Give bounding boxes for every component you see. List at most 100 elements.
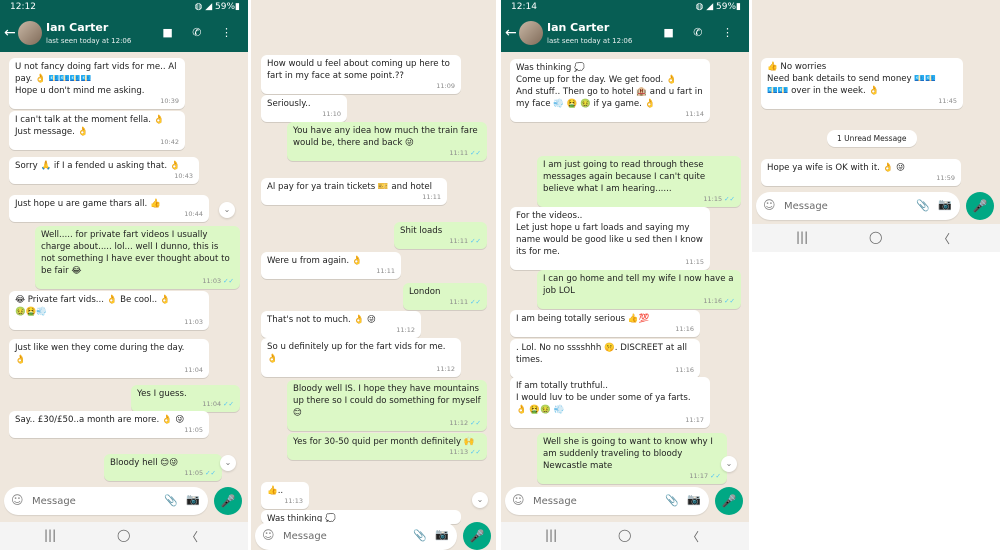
back-icon[interactable]: 〈	[938, 230, 950, 247]
back-icon[interactable]: 〈	[687, 528, 699, 545]
status-bar: 12:14 ◍ ◢ 59%▮	[501, 0, 749, 16]
message-bubble[interactable]: If am totally truthful.. I would luv to …	[510, 377, 710, 428]
message-bubble[interactable]: I am being totally serious 👍💯 11:16	[510, 310, 700, 337]
message-bubble[interactable]: Seriously.. 11:10	[261, 95, 347, 122]
emoji-icon[interactable]: ☺	[763, 198, 776, 212]
message-text: I can go home and tell my wife I now hav…	[543, 274, 737, 296]
camera-icon[interactable]: 📷	[687, 493, 701, 506]
chat-header[interactable]: ← Ian Carter last seen today at 12:06 ■ …	[501, 16, 749, 52]
message-text: Bloody hell 😊😜	[110, 458, 179, 468]
message-bubble[interactable]: 👍.. 11:13	[261, 482, 309, 509]
scroll-down-icon[interactable]: ⌄	[721, 456, 737, 472]
message-bubble[interactable]: Shit loads 11:11 ✓✓	[394, 222, 487, 249]
read-receipt-icon: ✓✓	[724, 195, 735, 203]
message-bubble[interactable]: Bloody hell 😊😜 11:05 ✓✓	[104, 454, 222, 481]
message-bubble[interactable]: You have any idea how much the train far…	[287, 122, 487, 161]
message-bubble[interactable]: Hope ya wife is OK with it. 👌 😜 11:59	[761, 159, 961, 186]
message-bubble[interactable]: For the videos.. Let just hope u fart lo…	[510, 207, 710, 270]
message-time: 11:03	[184, 318, 203, 326]
home-icon[interactable]: ◯	[618, 528, 631, 542]
recents-icon[interactable]: |||	[44, 528, 56, 542]
message-bubble[interactable]: Just like wen they come during the day. …	[9, 339, 209, 378]
scroll-down-icon[interactable]: ⌄	[220, 455, 236, 471]
message-text: You have any idea how much the train far…	[293, 126, 481, 148]
message-bubble[interactable]: Yes for 30-50 quid per month definitely …	[287, 433, 487, 460]
message-bubble[interactable]: Yes I guess. 11:04 ✓✓	[131, 385, 240, 412]
message-bubble[interactable]: Al pay for ya train tickets 🎫 and hotel 1…	[261, 178, 447, 205]
camera-icon[interactable]: 📷	[186, 493, 200, 506]
message-bubble[interactable]: I can go home and tell my wife I now hav…	[537, 270, 741, 309]
message-time: 11:12	[449, 419, 469, 427]
message-text: Bloody well IS. I hope they have mountai…	[293, 384, 484, 418]
message-input[interactable]	[782, 197, 896, 215]
home-icon[interactable]: ◯	[869, 230, 882, 244]
message-bubble[interactable]: U not fancy doing fart vids for me.. Al …	[9, 58, 185, 109]
mic-button[interactable]: 🎤	[463, 522, 491, 550]
message-bubble[interactable]: London 11:11 ✓✓	[403, 283, 487, 310]
message-bubble[interactable]: Bloody well IS. I hope they have mountai…	[287, 380, 487, 431]
message-text: Just hope u are game thars all. 👍	[15, 199, 161, 209]
recents-icon[interactable]: |||	[796, 230, 808, 244]
header-actions-icons[interactable]: ■ ✆ ⋮	[663, 26, 741, 39]
camera-icon[interactable]: 📷	[938, 198, 952, 211]
message-text: Shit loads	[400, 226, 443, 236]
contact-name[interactable]: Ian Carter	[547, 21, 609, 34]
read-receipt-icon: ✓✓	[223, 400, 234, 408]
message-bubble[interactable]: 😂 Private fart vids... 👌 Be cool.. 👌 🤢🤮💨…	[9, 291, 209, 330]
avatar[interactable]	[519, 21, 543, 45]
message-bubble[interactable]: . Lol. No no sssshhh 🤫. DISCREET at all …	[510, 339, 700, 378]
attach-icon[interactable]: 📎	[164, 494, 178, 507]
message-bubble[interactable]: So u definitely up for the fart vids for…	[261, 338, 461, 377]
contact-name[interactable]: Ian Carter	[46, 21, 108, 34]
message-time: 11:16	[675, 325, 694, 333]
message-bubble[interactable]: Sorry 🙏 if I a fended u asking that. 👌 10…	[9, 157, 199, 184]
mic-button[interactable]: 🎤	[966, 192, 994, 220]
message-time: 11:09	[436, 82, 455, 90]
message-bubble[interactable]: I am just going to read through these me…	[537, 156, 741, 207]
scroll-down-icon[interactable]: ⌄	[472, 492, 488, 508]
scroll-down-icon[interactable]: ⌄	[219, 202, 235, 218]
header-actions-icons[interactable]: ■ ✆ ⋮	[162, 26, 240, 39]
message-input[interactable]	[30, 492, 144, 510]
read-receipt-icon: ✓✓	[470, 237, 481, 245]
message-bubble[interactable]: Well she is going to want to know why I …	[537, 433, 727, 484]
last-seen: last seen today at 12:06	[547, 37, 633, 45]
attach-icon[interactable]: 📎	[413, 529, 427, 542]
camera-icon[interactable]: 📷	[435, 528, 449, 541]
message-bubble[interactable]: Well..... for private fart videos I usua…	[35, 226, 240, 289]
back-icon[interactable]: 〈	[186, 528, 198, 545]
recents-icon[interactable]: |||	[545, 528, 557, 542]
emoji-icon[interactable]: ☺	[512, 493, 525, 507]
attach-icon[interactable]: 📎	[916, 199, 930, 212]
message-input[interactable]	[531, 492, 645, 510]
message-composer[interactable]: ☺ 📎 📷	[4, 487, 208, 515]
mic-button[interactable]: 🎤	[715, 487, 743, 515]
message-composer[interactable]: ☺ 📎 📷	[756, 192, 960, 220]
emoji-icon[interactable]: ☺	[262, 528, 275, 542]
home-icon[interactable]: ◯	[117, 528, 130, 542]
emoji-icon[interactable]: ☺	[11, 493, 24, 507]
message-bubble[interactable]: Just hope u are game thars all. 👍 10:44	[9, 195, 209, 222]
read-receipt-icon: ✓✓	[470, 419, 481, 427]
message-bubble[interactable]: Was thinking 💭 Come up for the day. We g…	[510, 59, 710, 122]
message-text: Just like wen they come during the day. …	[15, 343, 185, 365]
message-composer[interactable]: ☺ 📎 📷	[505, 487, 709, 515]
back-arrow-icon[interactable]: ←	[505, 25, 517, 41]
back-arrow-icon[interactable]: ←	[4, 25, 16, 41]
message-text: Well she is going to want to know why I …	[543, 437, 716, 471]
message-bubble[interactable]: 👍 No worries Need bank details to send m…	[761, 58, 963, 109]
avatar[interactable]	[18, 21, 42, 45]
message-bubble[interactable]: Say.. £30/£50..a month are more. 👌 😜 11:0…	[9, 411, 209, 438]
message-bubble[interactable]: I can't talk at the moment fella. 👌 Just…	[9, 111, 185, 150]
message-bubble[interactable]: How would u feel about coming up here to…	[261, 55, 461, 94]
message-time: 11:14	[685, 110, 704, 118]
message-time: 11:16	[675, 366, 694, 374]
message-bubble[interactable]: Were u from again. 👌 11:11	[261, 252, 401, 279]
message-input[interactable]	[281, 527, 395, 545]
attach-icon[interactable]: 📎	[665, 494, 679, 507]
message-composer[interactable]: ☺ 📎 📷	[255, 522, 457, 550]
message-text: Yes I guess.	[137, 389, 187, 399]
mic-button[interactable]: 🎤	[214, 487, 242, 515]
chat-header[interactable]: ← Ian Carter last seen today at 12:06 ■ …	[0, 16, 248, 52]
message-bubble[interactable]: That's not to much. 👌 😜 11:12	[261, 311, 421, 338]
